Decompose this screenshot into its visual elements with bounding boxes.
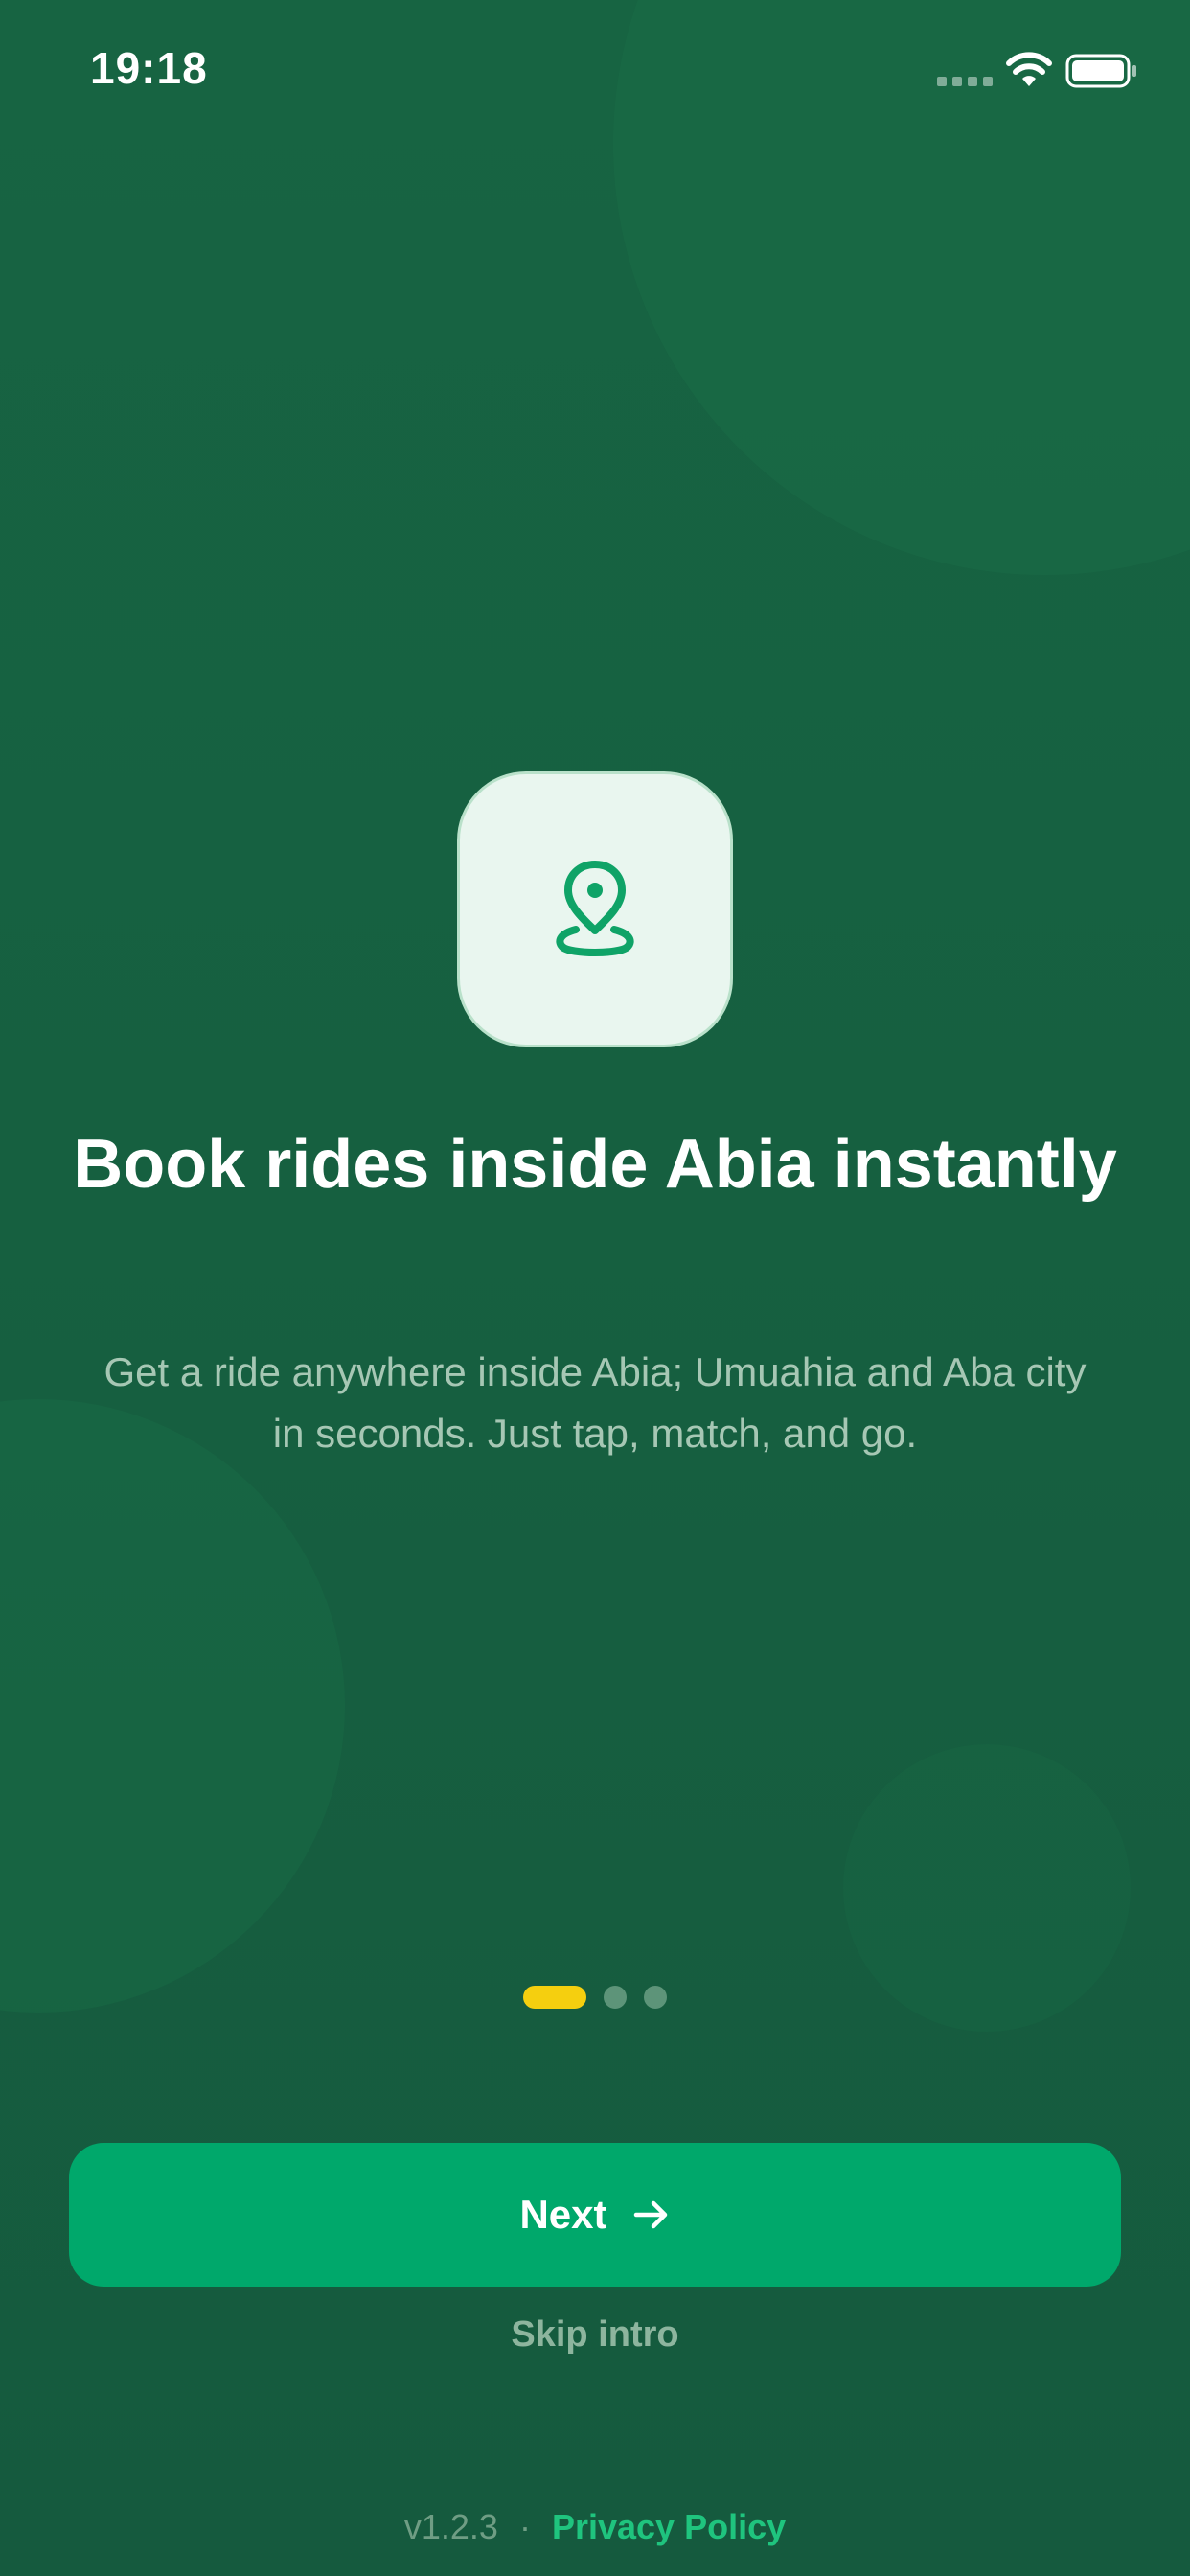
status-time: 19:18: [90, 43, 208, 93]
pager-dot-active[interactable]: [523, 1986, 586, 2009]
onboarding-screen: 19:18 Book rides inside Abia instantly G…: [0, 0, 1190, 2576]
privacy-policy-link[interactable]: Privacy Policy: [552, 2507, 786, 2547]
pager-indicator: [0, 1986, 1190, 2009]
background-circle: [0, 1399, 345, 2012]
hero-icon-tile: [457, 771, 733, 1047]
skip-intro-link[interactable]: Skip intro: [0, 2314, 1190, 2356]
pager-dot[interactable]: [604, 1986, 627, 2009]
battery-icon: [1065, 54, 1136, 88]
arrow-right-icon: [633, 2200, 667, 2229]
footer-separator: ·: [518, 2507, 531, 2546]
pager-dot[interactable]: [644, 1986, 667, 2009]
next-button[interactable]: Next: [69, 2143, 1121, 2287]
status-bar: 19:18: [0, 0, 1190, 144]
onboarding-headline: Book rides inside Abia instantly: [73, 1126, 1117, 1203]
footer: v1.2.3 · Privacy Policy: [0, 2507, 1190, 2547]
signal-icon: [937, 75, 995, 88]
wifi-icon: [1006, 52, 1052, 86]
onboarding-subtext: Get a ride anywhere inside Abia; Umuahia…: [103, 1349, 1087, 1456]
next-button-label: Next: [519, 2192, 607, 2237]
app-version: v1.2.3: [403, 2507, 498, 2546]
location-pin-icon: [556, 861, 634, 956]
